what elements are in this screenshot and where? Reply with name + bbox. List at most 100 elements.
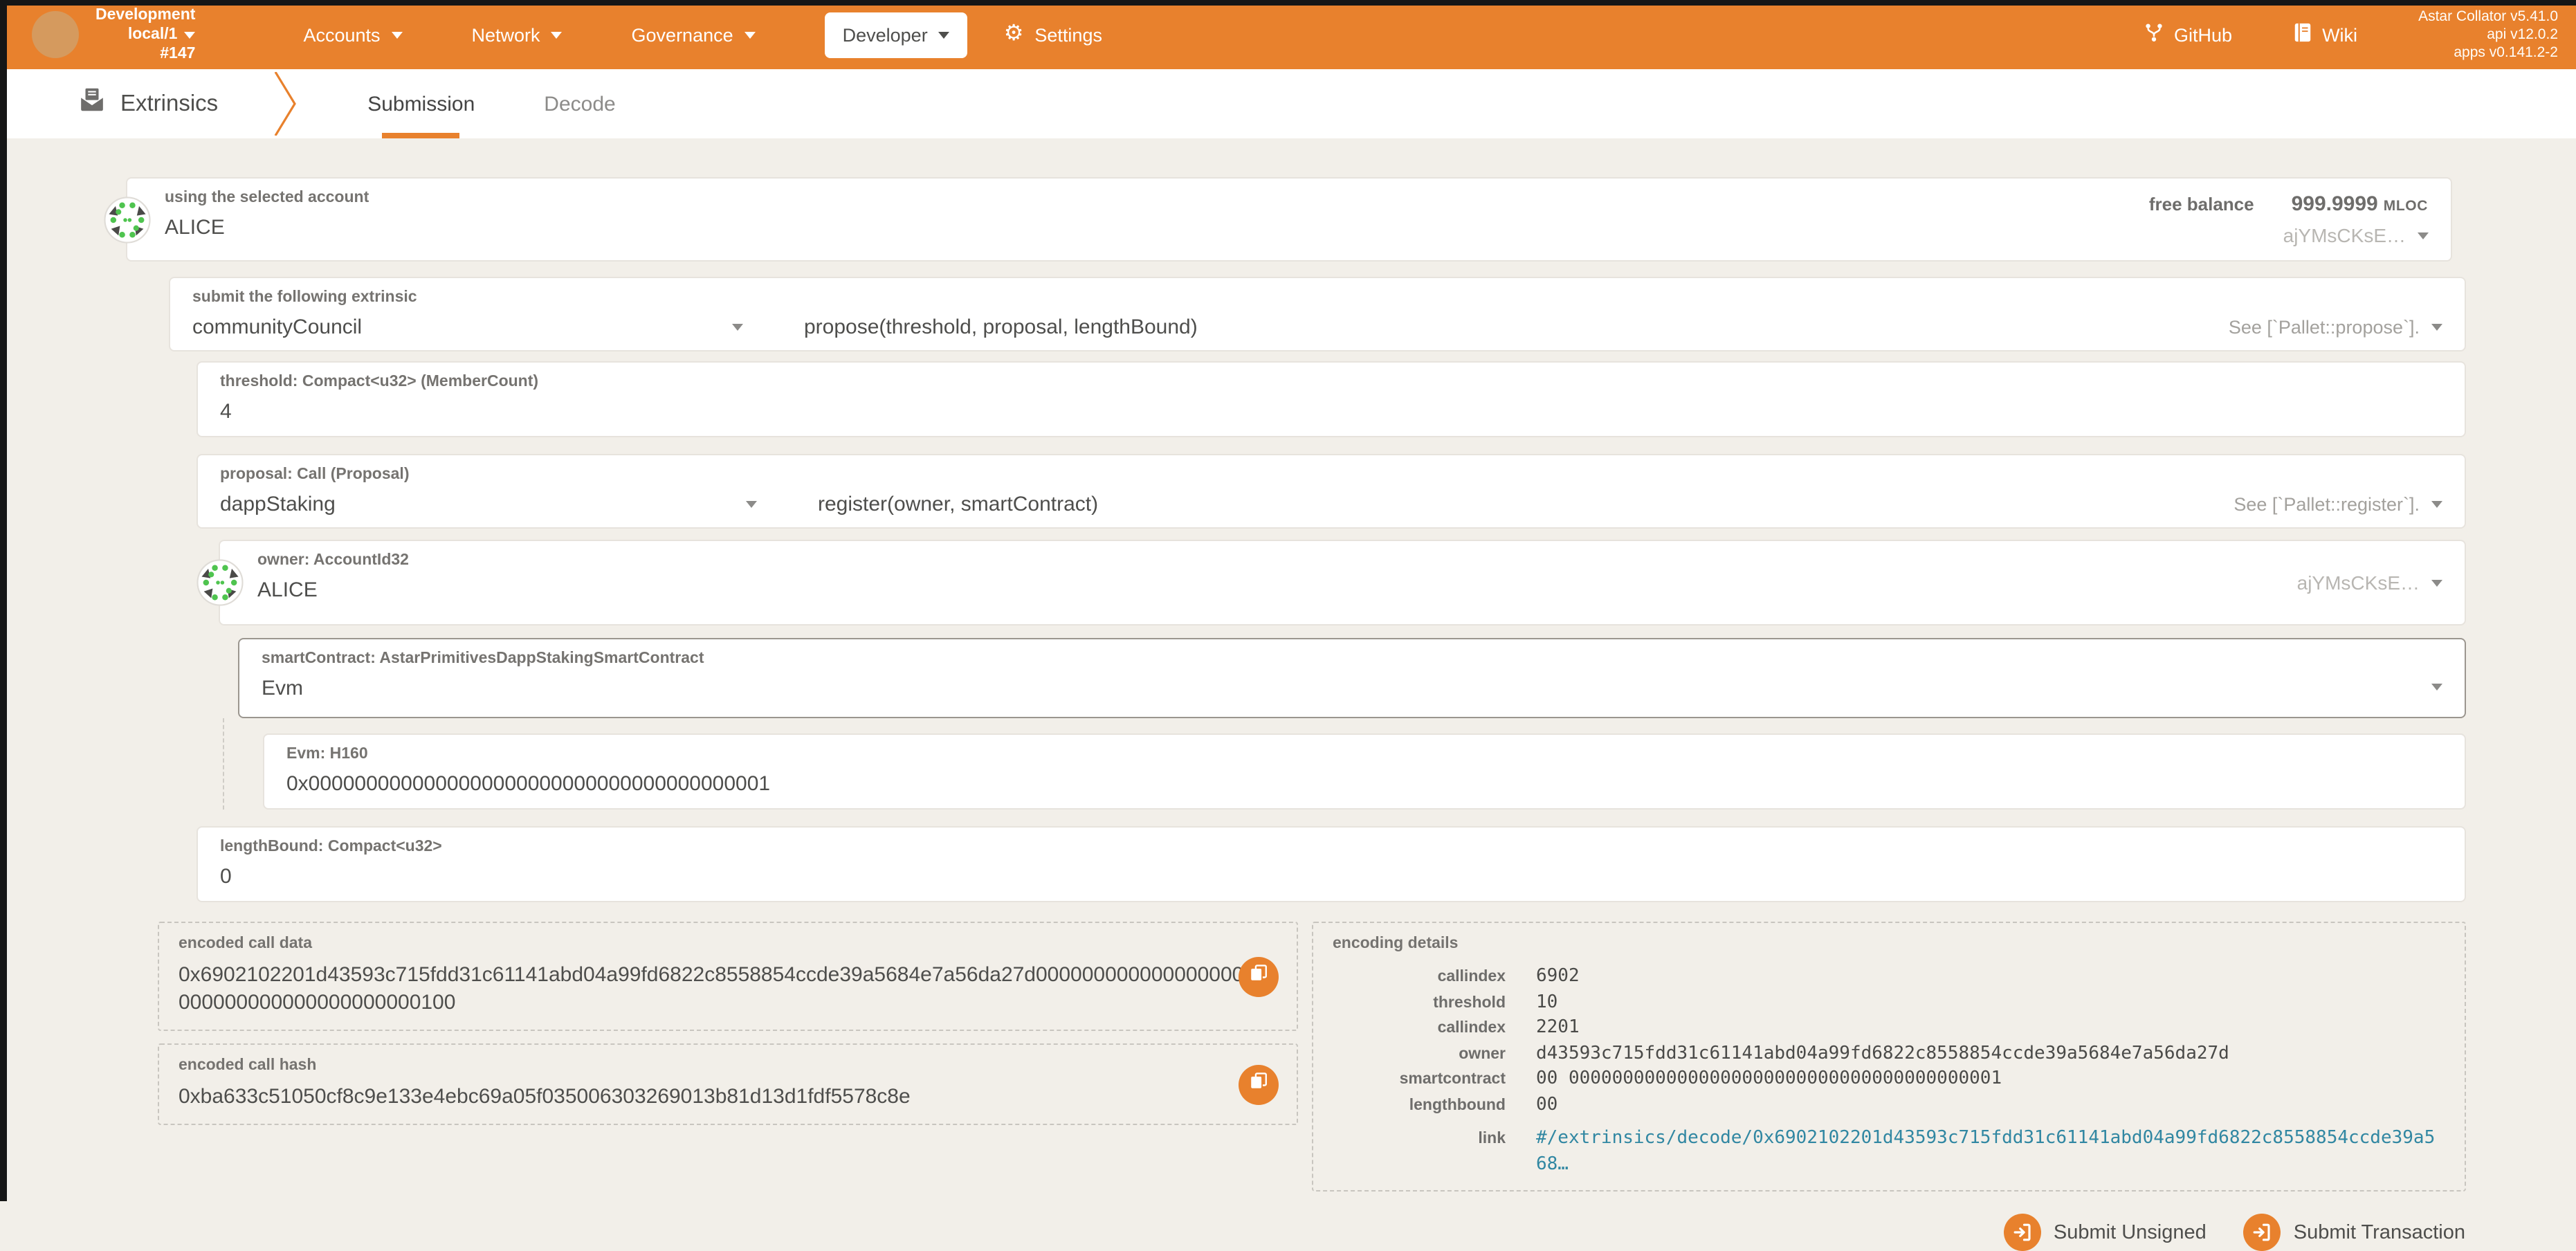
proposal-method-doc[interactable]: See [`Pallet::register`].	[2234, 494, 2442, 515]
chain-info[interactable]: Development local/1 #147	[95, 6, 195, 64]
smart-contract-variant-dropdown[interactable]: Evm	[262, 677, 2442, 702]
chevron-down-icon	[392, 31, 403, 38]
copy-call-hash-button[interactable]	[1239, 1064, 1279, 1104]
submit-transaction-button[interactable]: Submit Transaction	[2244, 1214, 2465, 1251]
form-actions: Submit Unsigned Submit Transaction	[0, 1214, 2465, 1251]
nav-item-accounts[interactable]: Accounts	[303, 24, 402, 45]
page-title: Extrinsics	[79, 69, 218, 138]
chain-block-number: #147	[95, 44, 195, 64]
collator-version: Astar Collator v5.41.0	[2418, 8, 2558, 26]
account-select-row[interactable]: using the selected account ALICE free ba…	[126, 177, 2451, 262]
gear-icon: ⚙	[1004, 24, 1024, 46]
api-version: api v12.0.2	[2418, 26, 2558, 44]
sign-in-icon	[2004, 1214, 2041, 1251]
git-branch-icon	[2144, 22, 2164, 47]
identicon-alice[interactable]	[197, 559, 244, 606]
chevron-down-icon	[2417, 232, 2428, 239]
tab-submission[interactable]: Submission	[367, 69, 475, 138]
nav-item-governance[interactable]: Governance	[632, 24, 756, 45]
breadcrumb-chevron	[273, 69, 298, 138]
window-edge-left	[0, 0, 7, 1201]
encoding-row-owner: owner d43593c715fdd31c61141abd04a99fd682…	[1333, 1041, 2445, 1067]
extrinsics-form: using the selected account ALICE free ba…	[0, 177, 2576, 1251]
chevron-down-icon	[732, 324, 743, 331]
submit-unsigned-button[interactable]: Submit Unsigned	[2004, 1214, 2207, 1251]
owner-label: owner: AccountId32	[257, 552, 2442, 570]
sign-in-icon	[2244, 1214, 2281, 1251]
free-balance: free balance 999.9999 MLOC	[2149, 192, 2428, 216]
top-navbar: Development local/1 #147 Accounts Networ…	[0, 0, 2576, 69]
encoded-call-data-value: 0x6902102201d43593c715fdd31c61141abd04a9…	[179, 962, 1269, 1017]
encoding-details-title: encoding details	[1333, 935, 2445, 953]
extrinsic-label: submit the following extrinsic	[192, 289, 2442, 307]
app-viewport: Development local/1 #147 Accounts Networ…	[0, 0, 2576, 1201]
encoded-call-hash-value: 0xba633c51050cf8c9e133e4ebc69a05f0350063…	[179, 1084, 1269, 1111]
evm-address-input[interactable]: 0x00000000000000000000000000000000000000…	[286, 772, 2442, 797]
proposal-section-dropdown[interactable]: dappStaking	[220, 493, 757, 516]
tab-bar: Extrinsics Submission Decode	[0, 69, 2576, 138]
section-dropdown[interactable]: communityCouncil	[192, 316, 743, 339]
param-owner[interactable]: owner: AccountId32 ALICE ajYMsCKsE…	[219, 540, 2465, 626]
param-length-bound: lengthBound: Compact<u32> 0	[197, 826, 2465, 902]
chevron-down-icon	[745, 31, 756, 38]
chevron-down-icon	[2431, 324, 2442, 331]
identicon-alice[interactable]	[104, 196, 151, 243]
nav-item-settings[interactable]: ⚙Settings	[1004, 24, 1102, 46]
nav-item-developer-active[interactable]: Developer	[825, 12, 968, 57]
param-proposal: proposal: Call (Proposal) dappStaking re…	[197, 454, 2465, 529]
encoding-row-lengthbound: lengthbound 00	[1333, 1093, 2445, 1118]
extrinsics-icon	[79, 87, 105, 120]
threshold-input[interactable]: 4	[220, 400, 2442, 425]
extrinsic-select-row: submit the following extrinsic community…	[169, 277, 2465, 351]
method-doc[interactable]: See [`Pallet::propose`].	[2229, 317, 2442, 338]
chevron-down-icon	[184, 32, 195, 39]
encoded-section: encoded call data 0x6902102201d43593c715…	[158, 922, 2465, 1191]
encoded-call-hash-box: encoded call hash 0xba633c51050cf8c9e133…	[158, 1043, 1298, 1125]
chevron-down-icon	[746, 501, 757, 508]
param-threshold: threshold: Compact<u32> (MemberCount) 4	[197, 361, 2465, 437]
param-evm-h160: Evm: H160 0x0000000000000000000000000000…	[263, 733, 2465, 810]
evm-label: Evm: H160	[286, 746, 2442, 764]
encoding-row-smartcontract: smartcontract 00 00000000000000000000000…	[1333, 1067, 2445, 1093]
chevron-down-icon	[551, 31, 563, 38]
account-address-dropdown[interactable]: ajYMsCKsE…	[2149, 224, 2428, 246]
chain-logo[interactable]	[32, 11, 79, 58]
evm-param-wrapper: Evm: H160 0x0000000000000000000000000000…	[223, 718, 2465, 810]
copy-icon	[1250, 1072, 1268, 1097]
chevron-down-icon	[2431, 684, 2442, 691]
encoding-details-box: encoding details callindex 6902 threshol…	[1312, 922, 2465, 1191]
chevron-down-icon	[2431, 579, 2442, 586]
decode-link[interactable]: #/extrinsics/decode/0x6902102201d43593c7…	[1536, 1126, 2445, 1178]
owner-address-dropdown[interactable]: ajYMsCKsE…	[2297, 572, 2442, 594]
wiki-link[interactable]: Wiki	[2293, 22, 2357, 47]
encoded-call-data-label: encoded call data	[179, 935, 1277, 953]
version-info: Astar Collator v5.41.0 api v12.0.2 apps …	[2418, 8, 2558, 62]
threshold-label: threshold: Compact<u32> (MemberCount)	[220, 374, 2442, 392]
method-dropdown[interactable]: propose(threshold, proposal, lengthBound…	[804, 316, 1198, 339]
book-icon	[2293, 22, 2312, 47]
length-bound-label: lengthBound: Compact<u32>	[220, 839, 2442, 857]
length-bound-input[interactable]: 0	[220, 865, 2442, 890]
encoding-row-link: link #/extrinsics/decode/0x6902102201d43…	[1333, 1126, 2445, 1178]
encoding-row-callindex-1: callindex 6902	[1333, 965, 2445, 990]
github-link[interactable]: GitHub	[2144, 22, 2232, 47]
proposal-method-dropdown[interactable]: register(owner, smartContract)	[818, 493, 1098, 516]
copy-icon	[1250, 964, 1268, 989]
nav-item-network[interactable]: Network	[472, 24, 563, 45]
owner-account-value[interactable]: ALICE	[257, 578, 2442, 603]
chain-node: local/1	[95, 25, 195, 44]
smart-contract-label: smartContract: AstarPrimitivesDappStakin…	[262, 650, 2442, 668]
account-select-value[interactable]: ALICE	[165, 216, 2428, 241]
encoding-row-callindex-2: callindex 2201	[1333, 1016, 2445, 1041]
copy-call-data-button[interactable]	[1239, 956, 1279, 996]
chain-name: Development	[95, 6, 195, 25]
encoded-call-hash-label: encoded call hash	[179, 1057, 1277, 1075]
main-nav: Accounts Network Governance Developer ⚙S…	[303, 12, 1171, 57]
chevron-down-icon	[2431, 501, 2442, 508]
apps-version: apps v0.141.2-2	[2418, 44, 2558, 62]
window-edge-top	[0, 0, 2576, 6]
param-smart-contract[interactable]: smartContract: AstarPrimitivesDappStakin…	[238, 638, 2465, 718]
free-balance-label: free balance	[2149, 194, 2254, 214]
tab-decode[interactable]: Decode	[544, 69, 615, 138]
free-balance-unit: MLOC	[2384, 198, 2428, 214]
